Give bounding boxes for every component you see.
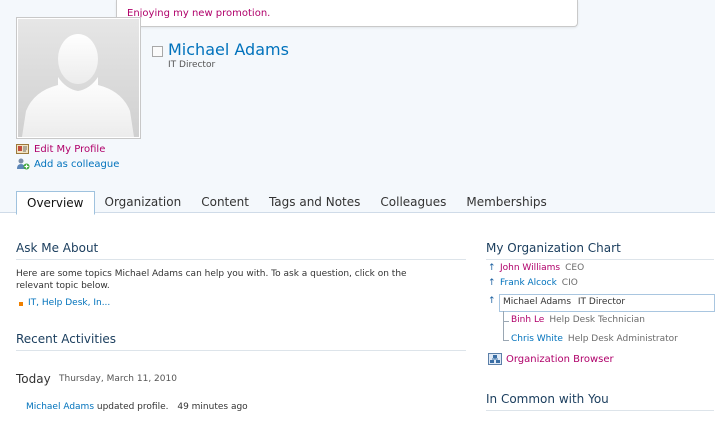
divider [16,350,466,351]
report-title: Help Desk Technician [549,315,645,325]
in-common-heading: In Common with You [486,392,609,406]
org-report-row[interactable]: Chris White Help Desk Administrator [511,334,678,344]
edit-profile-icon [16,144,29,154]
up-arrow-icon: ↑ [488,278,496,288]
divider [486,410,714,411]
tab-content[interactable]: Content [191,191,259,213]
ask-intro-line1: Here are some topics Michael Adams can h… [16,269,407,279]
up-arrow-icon: ↑ [488,263,496,273]
add-colleague-icon [17,158,30,170]
topic-link[interactable]: IT, Help Desk, In... [28,298,110,308]
activity-user-link[interactable]: Michael Adams [26,402,94,412]
activity-date: Thursday, March 11, 2010 [59,374,177,384]
tree-connector [503,321,509,322]
profile-job-title: IT Director [168,60,216,70]
activity-time: 49 minutes ago [177,402,248,412]
profile-tabs: Overview Organization Content Tags and N… [16,191,557,215]
current-user: Michael Adams IT Director [503,297,625,307]
tab-colleagues[interactable]: Colleagues [370,191,456,213]
tab-organization[interactable]: Organization [95,191,192,213]
report-title: Help Desk Administrator [567,334,678,344]
status-bubble[interactable]: Enjoying my new promotion. [116,0,578,27]
today-label: Today [16,372,51,386]
ask-intro-line2: relevant topic below. [16,281,110,291]
tab-tags-and-notes[interactable]: Tags and Notes [259,191,370,213]
activity-item: Michael Adams updated profile. 49 minute… [26,402,248,412]
org-report-row[interactable]: Binh Le Help Desk Technician [511,315,645,325]
manager-title: CIO [561,278,578,288]
tab-memberships[interactable]: Memberships [456,191,556,213]
divider [16,259,466,260]
presence-checkbox[interactable] [152,46,163,57]
org-manager-row[interactable]: ↑ John Williams CEO [488,263,584,273]
tree-connector [503,340,509,341]
person-silhouette-icon [18,19,139,137]
report-name: Binh Le [511,315,545,325]
status-message: Enjoying my new promotion. [127,8,271,19]
ask-me-about-heading: Ask Me About [16,241,99,255]
edit-profile-label: Edit My Profile [34,143,106,155]
profile-photo [16,17,141,139]
manager-title: CEO [565,263,585,273]
org-browser-icon [488,353,502,365]
current-user-name: Michael Adams [503,297,572,307]
current-user-title: IT Director [577,297,626,307]
tree-connector [503,311,504,341]
organization-browser-label: Organization Browser [506,353,614,365]
profile-name: Michael Adams [168,40,289,59]
report-name: Chris White [511,334,563,344]
divider [486,259,714,260]
bullet-icon [19,302,23,306]
add-colleague-label: Add as colleague [34,158,120,170]
org-chart-heading: My Organization Chart [486,241,621,255]
org-manager-row[interactable]: ↑ Frank Alcock CIO [488,278,578,288]
edit-profile-link[interactable]: Edit My Profile [16,143,105,155]
tab-overview[interactable]: Overview [16,191,95,215]
add-colleague-link[interactable]: Add as colleague [16,158,119,170]
organization-browser-link[interactable]: Organization Browser [488,353,614,365]
manager-name: John Williams [500,263,561,273]
manager-name: Frank Alcock [500,278,557,288]
recent-activities-heading: Recent Activities [16,332,117,346]
activity-action: updated profile. [96,402,169,412]
